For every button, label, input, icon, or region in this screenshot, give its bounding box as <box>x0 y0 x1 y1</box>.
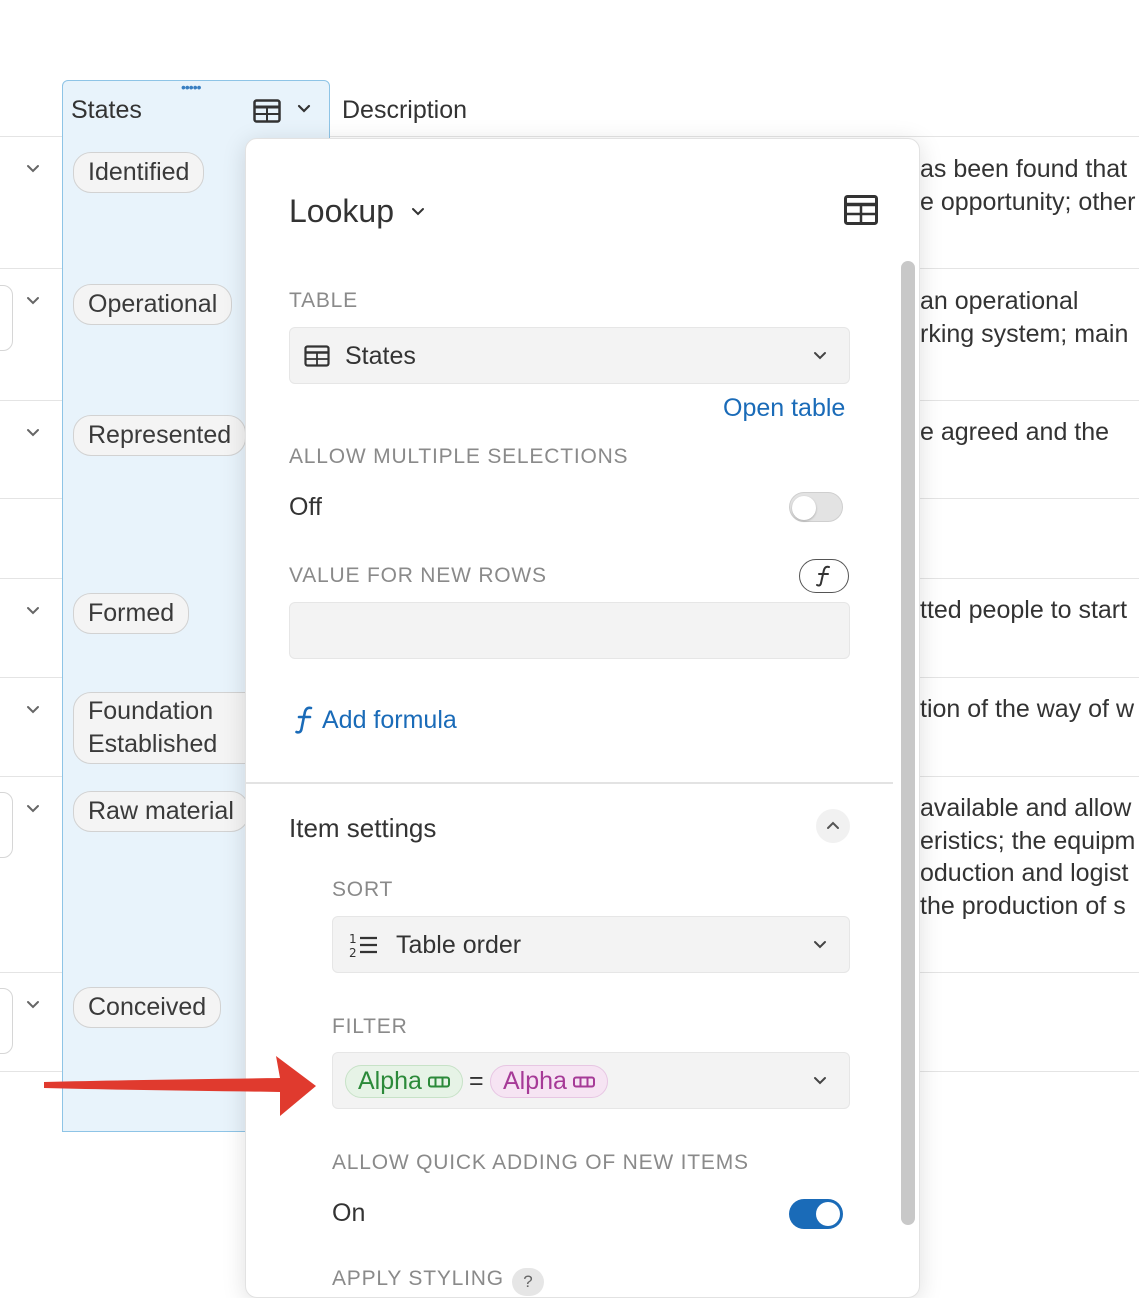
item-settings-heading: Item settings <box>289 813 437 843</box>
apply-styling-label: APPLY STYLING <box>332 1267 504 1290</box>
description-line: an operational <box>920 287 1079 315</box>
value-new-rows-label: VALUE FOR NEW ROWS <box>289 564 547 587</box>
description-line: the production of s <box>920 891 1126 920</box>
row-cell-stub[interactable] <box>0 988 13 1054</box>
table-select-value: States <box>345 342 416 370</box>
state-chip[interactable]: Conceived <box>73 987 222 1028</box>
quick-add-label: ALLOW QUICK ADDING OF NEW ITEMS <box>332 1151 749 1174</box>
add-formula-button[interactable]: Add formula <box>294 705 457 735</box>
help-icon[interactable]: ? <box>512 1268 544 1296</box>
lookup-settings-panel: Lookup TABLE States Open table ALLOW MUL… <box>245 138 920 1298</box>
chevron-down-icon[interactable] <box>24 424 42 442</box>
state-chip[interactable]: Identified <box>73 152 205 193</box>
state-chip[interactable]: Formed <box>73 593 190 634</box>
field-tag-icon <box>427 1076 450 1088</box>
state-chip[interactable]: Operational <box>73 284 233 325</box>
table-label: TABLE <box>289 289 358 312</box>
state-chip[interactable]: Represented <box>73 415 247 456</box>
add-formula-label: Add formula <box>322 706 457 734</box>
svg-text:1: 1 <box>349 932 357 946</box>
filter-select[interactable]: Alpha = Alpha <box>332 1052 850 1109</box>
chevron-down-icon[interactable] <box>296 101 312 117</box>
state-chip[interactable]: Foundation Established <box>73 692 263 764</box>
table-icon[interactable] <box>253 99 281 123</box>
description-line: tion of the way of w <box>920 695 1135 723</box>
sort-select-value: Table order <box>396 931 522 959</box>
description-line: oduction and logist <box>920 859 1129 887</box>
chevron-down-icon[interactable] <box>24 292 42 310</box>
description-line: e agreed and the <box>920 418 1110 446</box>
value-new-rows-input[interactable] <box>289 602 850 659</box>
description-line: tted people to start <box>920 596 1128 624</box>
chevron-down-icon[interactable] <box>24 602 42 620</box>
filter-label: FILTER <box>332 1015 408 1038</box>
table-icon <box>304 345 330 367</box>
chevron-down-icon[interactable] <box>24 160 42 178</box>
description-line: e opportunity; other <box>920 187 1136 216</box>
row-cell-stub[interactable] <box>0 792 13 858</box>
chevron-down-icon[interactable] <box>24 800 42 818</box>
chevron-down-icon[interactable] <box>24 701 42 719</box>
column-drag-handle[interactable]: ••••• <box>181 80 201 94</box>
description-cell[interactable]: tted people to start <box>920 594 1127 627</box>
description-cell[interactable]: available and allow eristics; the equipm… <box>920 792 1135 922</box>
field-tag-icon <box>572 1076 595 1088</box>
sort-label: SORT <box>332 878 394 901</box>
sort-select[interactable]: 1 2 Table order <box>332 916 850 973</box>
chevron-down-icon <box>814 941 826 949</box>
collapse-button[interactable] <box>816 809 850 843</box>
filter-operator: = <box>469 1067 484 1095</box>
annotation-arrow-icon <box>44 1056 316 1116</box>
field-type-title[interactable]: Lookup <box>289 193 394 230</box>
filter-left-field: Alpha <box>358 1067 422 1095</box>
description-line: as been found that <box>920 155 1128 183</box>
function-icon <box>295 706 313 734</box>
formula-button[interactable] <box>799 559 849 593</box>
column-header-states[interactable]: States <box>71 96 142 125</box>
table-icon[interactable] <box>844 195 878 225</box>
svg-text:2: 2 <box>349 946 357 959</box>
column-header-description[interactable]: Description <box>342 96 467 125</box>
description-line: eristics; the equipm <box>920 826 1136 855</box>
row-cell-stub[interactable] <box>0 285 13 351</box>
chevron-down-icon[interactable] <box>24 996 42 1014</box>
toggle-knob <box>792 496 816 520</box>
open-table-link[interactable]: Open table <box>723 394 845 423</box>
chevron-up-icon <box>827 821 839 829</box>
description-line: available and allow <box>920 794 1132 822</box>
filter-right-field-chip[interactable]: Alpha <box>490 1065 608 1098</box>
filter-right-field: Alpha <box>503 1067 567 1095</box>
chevron-down-icon[interactable] <box>410 205 426 219</box>
function-icon <box>816 565 830 587</box>
section-divider <box>246 782 893 784</box>
numbered-list-icon: 1 2 <box>349 932 377 959</box>
description-cell[interactable]: e agreed and the <box>920 416 1109 449</box>
allow-multiple-toggle[interactable] <box>789 492 843 522</box>
chevron-down-icon <box>814 352 826 360</box>
quick-add-toggle[interactable] <box>789 1199 843 1229</box>
description-cell[interactable]: an operational rking system; main <box>920 285 1128 350</box>
quick-add-state: On <box>332 1199 366 1227</box>
description-cell[interactable]: tion of the way of w <box>920 693 1134 726</box>
description-line: rking system; main <box>920 319 1129 348</box>
panel-scrollbar[interactable] <box>901 261 915 1225</box>
allow-multiple-state: Off <box>289 493 322 521</box>
description-cell[interactable]: as been found that e opportunity; other <box>920 153 1135 218</box>
toggle-knob <box>816 1202 840 1226</box>
filter-left-field-chip[interactable]: Alpha <box>345 1065 463 1098</box>
allow-multiple-label: ALLOW MULTIPLE SELECTIONS <box>289 445 629 468</box>
chevron-down-icon <box>814 1077 826 1085</box>
state-chip[interactable]: Raw material <box>73 791 249 832</box>
table-select[interactable]: States <box>289 327 850 384</box>
